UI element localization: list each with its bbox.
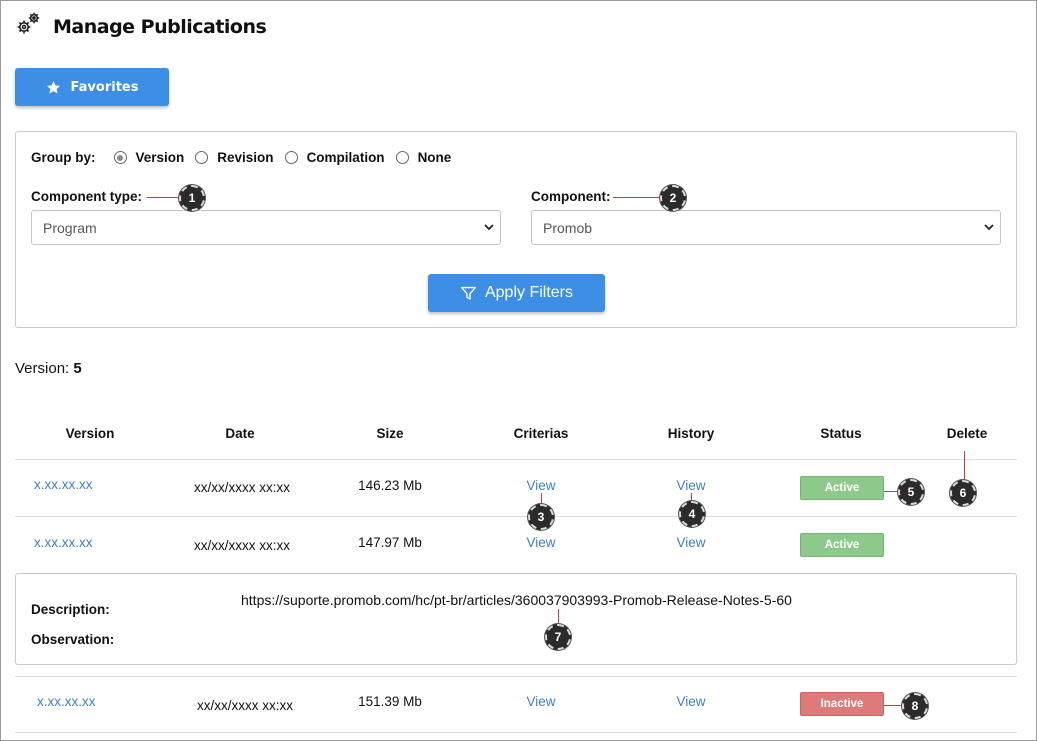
annotation-marker: 8 (902, 693, 928, 719)
group-option-none[interactable]: None (395, 150, 452, 165)
annotation-marker: 6 (950, 480, 976, 506)
component-label: Component: (531, 189, 611, 204)
observation-label: Observation: (31, 632, 115, 647)
date-cell: xx/xx/xxxx xx:xx (193, 480, 290, 495)
column-header-delete: Delete (946, 426, 988, 441)
version-group-title: Version: 5 (15, 360, 82, 377)
history-view-link[interactable]: View (611, 694, 771, 709)
radio-compilation-label: Compilation (306, 150, 385, 165)
criterias-view-link[interactable]: View (461, 478, 621, 493)
chevron-down-icon (484, 224, 494, 231)
group-by-label: Group by: (31, 150, 96, 165)
radio-none-label: None (417, 150, 452, 165)
history-view-link[interactable]: View (611, 535, 771, 550)
component-value: Promob (543, 219, 593, 236)
annotation-marker: 4 (679, 501, 705, 527)
star-icon (46, 80, 60, 93)
annotation-marker: 3 (528, 504, 554, 530)
apply-filters-label: Apply Filters (484, 284, 574, 301)
component-type-value: Program (43, 219, 97, 236)
group-option-revision[interactable]: Revision (195, 150, 274, 165)
column-header-status: Status (820, 426, 862, 441)
annotation-marker: 5 (898, 479, 924, 505)
table-divider (15, 676, 1017, 677)
marker-leader-line (147, 197, 180, 198)
status-badge[interactable]: Active (800, 476, 884, 500)
size-cell: 147.97 Mb (358, 535, 422, 550)
column-header-history: History (667, 426, 715, 441)
status-badge-label: Active (824, 482, 860, 494)
favorites-button[interactable]: Favorites (15, 68, 169, 106)
size-cell: 146.23 Mb (358, 478, 422, 493)
radio-compilation[interactable] (284, 151, 298, 164)
component-type-select[interactable]: Program (31, 210, 501, 245)
radio-revision-label: Revision (217, 150, 274, 165)
column-header-criterias: Criterias (513, 426, 569, 441)
date-cell: xx/xx/xxxx xx:xx (193, 538, 290, 553)
table-divider (15, 516, 1017, 517)
table-divider (15, 459, 1017, 460)
version-link[interactable]: x.xx.xx.xx (34, 535, 93, 550)
component-select[interactable]: Promob (531, 210, 1001, 245)
table-divider (15, 732, 1017, 733)
version-link[interactable]: x.xx.xx.xx (37, 694, 96, 709)
status-badge[interactable]: Inactive (800, 692, 884, 716)
marker-leader-line (884, 705, 904, 706)
page-title: Manage Publications (53, 15, 267, 38)
radio-none[interactable] (395, 151, 409, 164)
page-header: Manage Publications (15, 10, 267, 43)
radio-version[interactable] (113, 151, 127, 164)
gears-icon (15, 10, 43, 43)
history-view-link[interactable]: View (611, 478, 771, 493)
apply-filters-button[interactable]: Apply Filters (428, 274, 605, 312)
details-panel: Description: Observation: https://suport… (15, 573, 1017, 665)
annotation-marker: 1 (179, 185, 205, 211)
criterias-view-link[interactable]: View (461, 694, 621, 709)
status-badge-label: Inactive (820, 698, 864, 710)
date-cell: xx/xx/xxxx xx:xx (196, 698, 293, 713)
column-header-date: Date (225, 426, 255, 441)
filter-panel: Group by: Version Revision Compilation N… (15, 131, 1017, 328)
group-option-version[interactable]: Version (113, 150, 185, 165)
column-header-version: Version (65, 426, 115, 441)
annotation-marker: 7 (545, 624, 571, 650)
status-badge[interactable]: Active (800, 533, 884, 557)
group-by-row: Group by: Version Revision Compilation N… (31, 150, 462, 165)
radio-revision[interactable] (195, 151, 209, 164)
description-url[interactable]: https://suporte.promob.com/hc/pt-br/arti… (241, 592, 792, 608)
annotation-marker: 2 (660, 185, 686, 211)
marker-leader-line (964, 451, 965, 481)
radio-version-label: Version (135, 150, 185, 165)
column-header-size: Size (376, 426, 404, 441)
component-type-label: Component type: (31, 189, 142, 204)
criterias-view-link[interactable]: View (461, 535, 621, 550)
size-cell: 151.39 Mb (358, 694, 422, 709)
group-option-compilation[interactable]: Compilation (284, 150, 385, 165)
chevron-down-icon (984, 224, 994, 231)
version-link[interactable]: x.xx.xx.xx (34, 477, 93, 492)
description-label: Description: (31, 602, 110, 617)
marker-leader-line (613, 197, 661, 198)
status-badge-label: Active (824, 539, 860, 551)
favorites-label: Favorites (70, 79, 139, 95)
version-group-label: Version: (15, 360, 70, 377)
filter-icon (461, 286, 476, 300)
version-group-value: 5 (73, 360, 82, 377)
